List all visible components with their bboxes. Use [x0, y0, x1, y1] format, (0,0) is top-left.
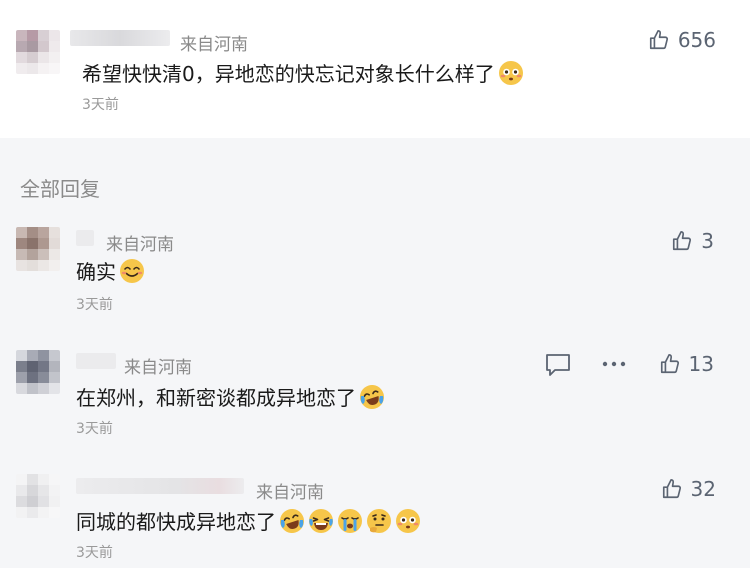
timestamp: 3天前 — [76, 545, 113, 561]
thumbs-up-icon — [662, 479, 681, 499]
comment-text: 希望快快清0，异地恋的快忘记对象长什么样了 — [82, 58, 524, 87]
avatar[interactable] — [16, 227, 60, 271]
flushed-emoji-icon — [498, 60, 523, 85]
like-count: 656 — [677, 28, 716, 52]
thinking-emoji-icon — [367, 508, 391, 533]
section-title: 全部回复 — [20, 177, 100, 201]
like-count: 32 — [690, 477, 716, 501]
location-label: 来自河南 — [180, 35, 248, 55]
like-count: 3 — [701, 229, 714, 253]
sob-emoji-icon — [338, 508, 362, 533]
comment-icon[interactable] — [545, 353, 571, 377]
location-label: 来自河南 — [124, 358, 192, 378]
comment-text: 确实 — [76, 256, 145, 285]
thumbs-up-icon — [649, 30, 668, 50]
like-button[interactable]: 656 — [648, 28, 716, 52]
smile-emoji-icon — [120, 258, 144, 283]
like-button[interactable]: 32 — [661, 477, 716, 501]
avatar[interactable] — [16, 30, 60, 74]
username-blurred[interactable] — [76, 353, 116, 369]
username-blurred[interactable] — [76, 478, 244, 494]
thumbs-up-icon — [660, 354, 679, 374]
comment-text: 在郑州，和新密谈都成异地恋了 — [76, 382, 385, 411]
laughing-emoji-icon — [309, 508, 333, 533]
username-blurred[interactable] — [70, 30, 170, 46]
like-button[interactable]: 13 — [659, 352, 714, 376]
more-icon[interactable] — [602, 360, 626, 368]
flushed-emoji-icon — [396, 508, 420, 533]
comment-text: 同城的都快成异地恋了 — [76, 506, 421, 535]
thumbs-up-icon — [673, 231, 692, 251]
timestamp: 3天前 — [76, 297, 113, 313]
username-blurred[interactable] — [76, 230, 94, 246]
like-count: 13 — [688, 352, 714, 376]
crying-laughing-emoji-icon — [280, 508, 304, 533]
location-label: 来自河南 — [256, 483, 324, 503]
crying-laughing-emoji-icon — [360, 384, 384, 409]
avatar[interactable] — [16, 474, 60, 518]
timestamp: 3天前 — [76, 421, 113, 437]
like-button[interactable]: 3 — [671, 229, 714, 253]
avatar[interactable] — [16, 350, 60, 394]
location-label: 来自河南 — [106, 235, 174, 255]
main-comment-card: 来自河南 656 希望快快清0，异地恋的快忘记对象长什么样了 3天前 — [0, 0, 750, 138]
timestamp: 3天前 — [82, 97, 119, 113]
